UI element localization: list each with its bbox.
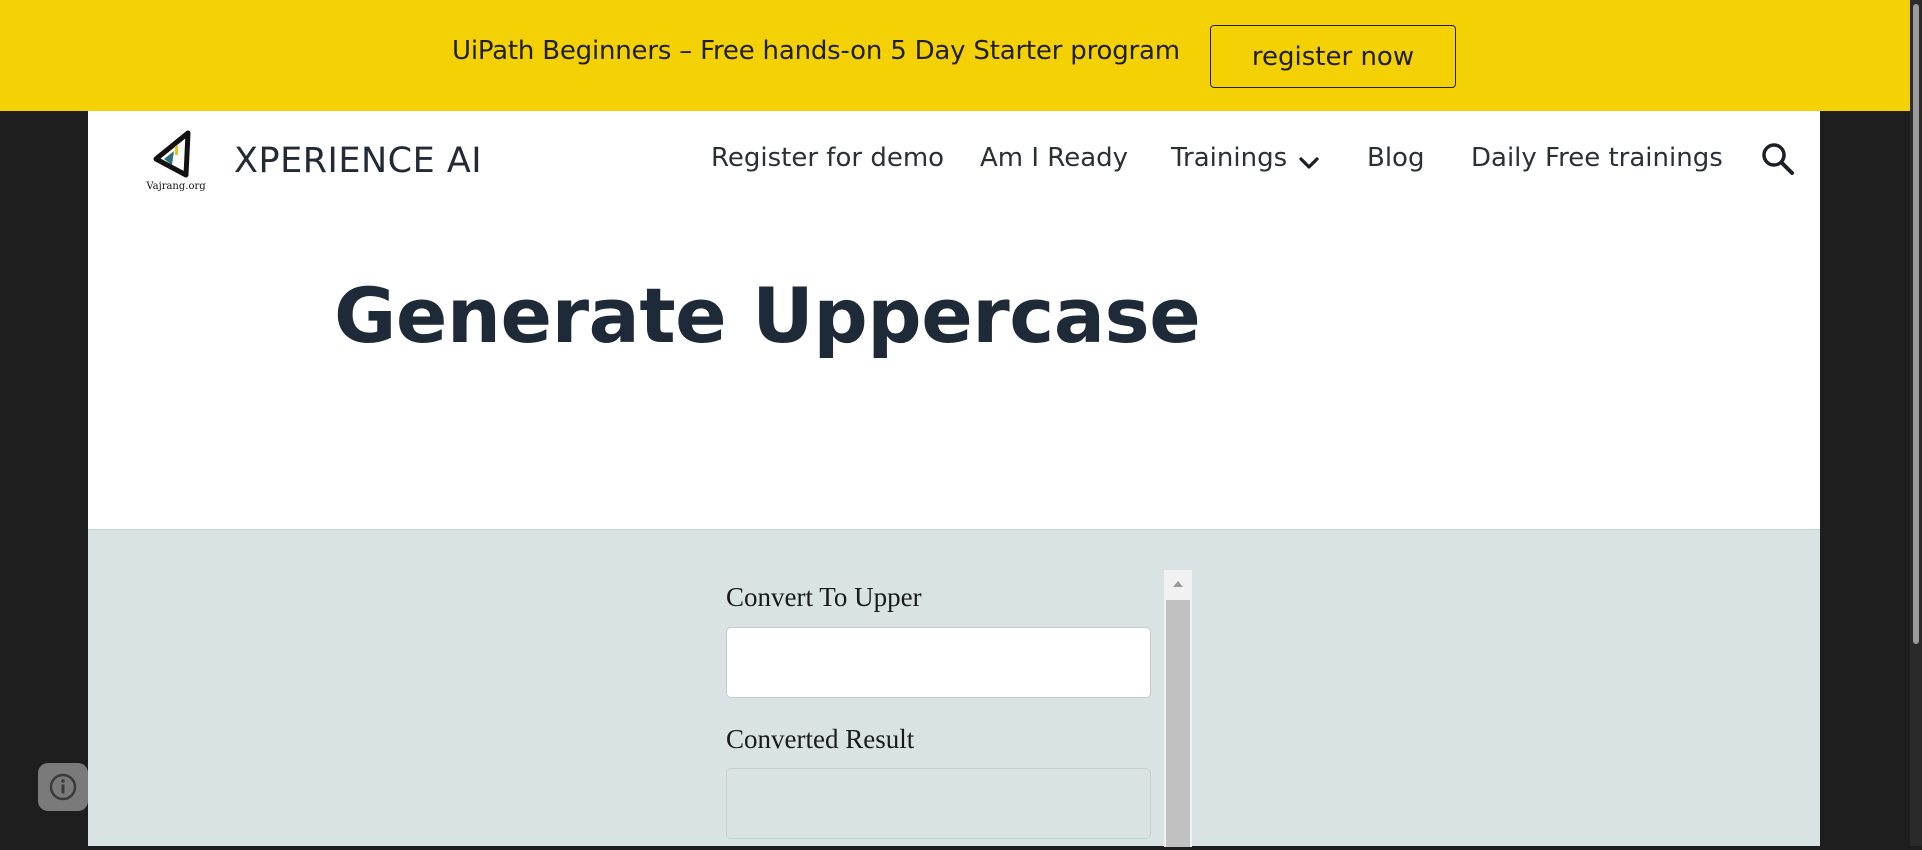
site-title[interactable]: XPERIENCE AI (234, 141, 482, 181)
info-icon (49, 773, 77, 801)
convert-to-upper-label: Convert To Upper (726, 582, 922, 612)
logo-caption: Vajrang.org (146, 181, 206, 192)
converter-section: Convert To Upper Converted Result (88, 529, 1820, 847)
converter-frame-scrollbar[interactable] (1164, 570, 1192, 847)
converter-frame-scroll-thumb[interactable] (1166, 600, 1190, 847)
converted-result-label: Converted Result (726, 724, 915, 754)
page-title: Generate Uppercase (334, 271, 1201, 360)
page-scrollbar-thumb[interactable] (1913, 4, 1919, 644)
nav-daily-free-trainings[interactable]: Daily Free trainings (1471, 143, 1723, 173)
search-icon[interactable] (1760, 141, 1796, 177)
scroll-up-arrow-icon[interactable] (1164, 570, 1192, 598)
nav-blog[interactable]: Blog (1367, 143, 1424, 173)
converter-frame: Convert To Upper Converted Result (718, 570, 1194, 850)
info-button[interactable] (38, 763, 88, 811)
promo-banner: UiPath Beginners – Free hands-on 5 Day S… (0, 0, 1910, 111)
register-now-button[interactable]: register now (1210, 25, 1456, 88)
nav-trainings[interactable]: Trainings (1171, 143, 1287, 173)
page-scrollbar[interactable] (1910, 0, 1922, 846)
logo-mark-icon (153, 130, 191, 178)
promo-banner-text: UiPath Beginners – Free hands-on 5 Day S… (452, 36, 1180, 66)
converted-result-output[interactable] (726, 768, 1151, 839)
page-content: Vajrang.org XPERIENCE AI Register for de… (88, 111, 1820, 847)
site-logo[interactable]: Vajrang.org (146, 125, 206, 197)
nav-register-for-demo[interactable]: Register for demo (711, 143, 944, 173)
nav-am-i-ready[interactable]: Am I Ready (980, 143, 1128, 173)
chevron-down-icon[interactable] (1297, 151, 1321, 175)
convert-to-upper-input[interactable] (726, 627, 1151, 698)
